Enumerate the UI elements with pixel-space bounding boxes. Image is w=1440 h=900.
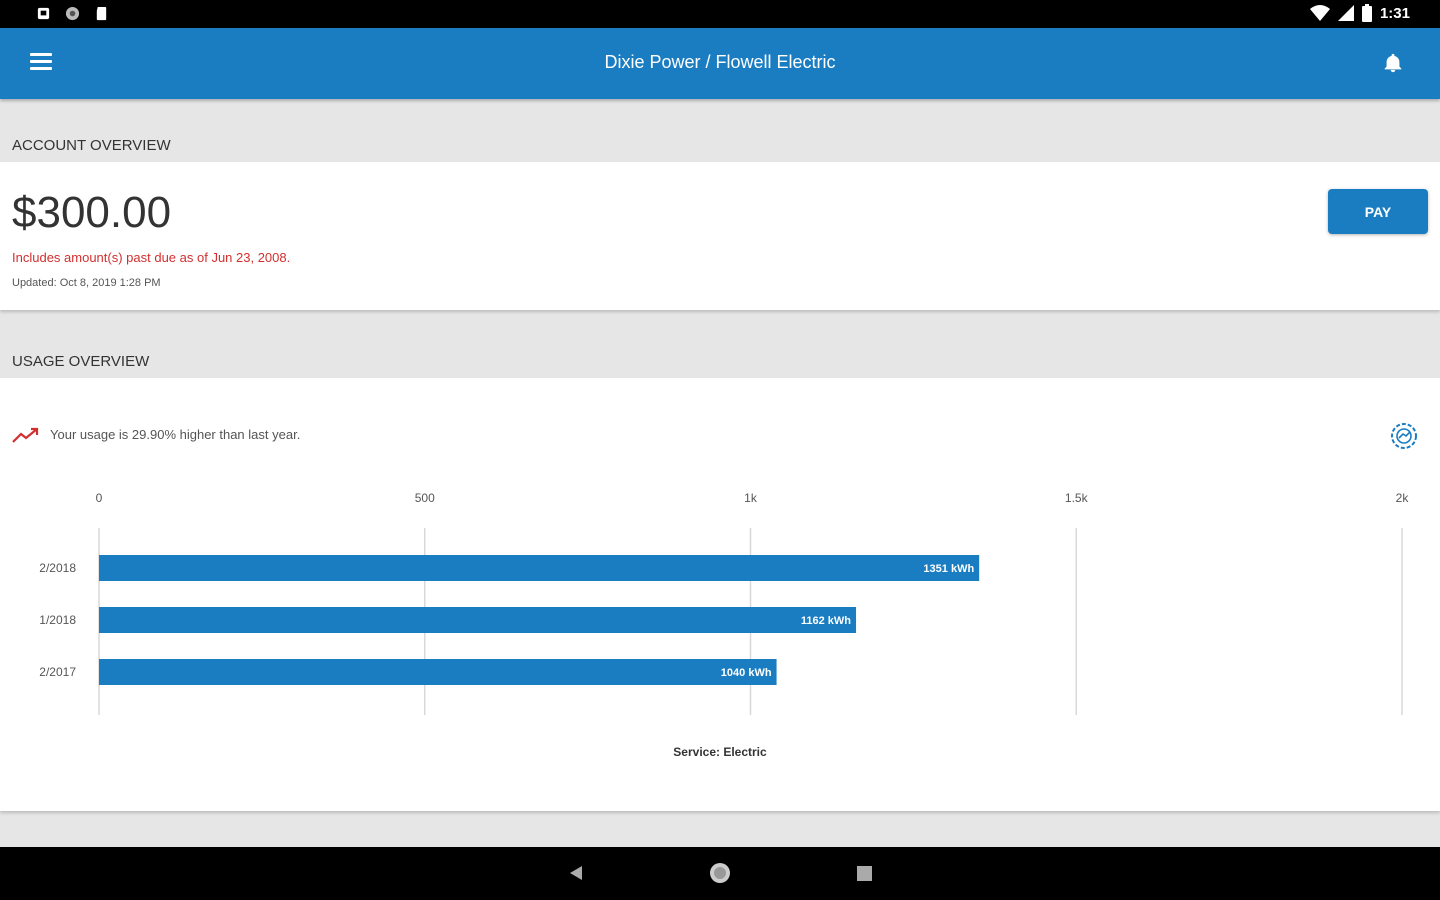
notification-icon	[37, 7, 50, 20]
bar-value-label: 1040 kWh	[721, 667, 772, 679]
x-tick-label: 0	[96, 491, 103, 505]
back-icon[interactable]	[568, 865, 584, 881]
pay-button[interactable]: PAY	[1328, 189, 1428, 234]
usage-bar-chart: 0 500 1k 1.5k 2k 2/2018 1351 kWh 1/2018 1162 kWh…	[39, 491, 1410, 759]
updated-timestamp: Updated: Oct 8, 2019 1:28 PM	[12, 277, 161, 289]
sd-card-icon	[96, 6, 107, 21]
wifi-icon	[1309, 5, 1330, 21]
status-time: 1:31	[1379, 4, 1410, 22]
circle-status-icon	[65, 6, 80, 21]
usage-bar	[99, 607, 857, 633]
usage-bar	[99, 659, 777, 685]
x-tick-label: 500	[415, 491, 435, 505]
chart-settings-icon[interactable]	[1389, 421, 1419, 451]
app-title: Dixie Power / Flowell Electric	[604, 52, 836, 72]
battery-icon	[1361, 4, 1372, 22]
account-card	[0, 162, 1440, 310]
home-icon[interactable]	[709, 862, 731, 884]
chart-axis-label: Service: Electric	[673, 745, 767, 759]
y-category-label: 2/2017	[39, 665, 76, 679]
y-category-label: 2/2018	[39, 561, 76, 575]
bell-icon[interactable]	[1382, 51, 1404, 75]
bar-value-label: 1351 kWh	[923, 563, 974, 575]
account-overview-header: ACCOUNT OVERVIEW	[12, 137, 171, 154]
usage-bar	[99, 555, 980, 581]
status-bar: 1:31	[0, 0, 1440, 28]
trend-up-icon	[12, 427, 39, 443]
signal-icon	[1337, 5, 1354, 21]
app-bar: Dixie Power / Flowell Electric	[0, 28, 1440, 99]
navigation-bar	[0, 847, 1440, 900]
bottom-section	[0, 818, 1440, 847]
x-tick-label: 2k	[1396, 491, 1410, 505]
bar-value-label: 1162 kWh	[801, 615, 851, 627]
account-balance: $300.00	[12, 188, 172, 237]
x-tick-label: 1.5k	[1065, 491, 1089, 505]
past-due-notice: Includes amount(s) past due as of Jun 23…	[12, 250, 291, 265]
recents-icon[interactable]	[857, 866, 872, 881]
y-category-label: 1/2018	[39, 613, 76, 627]
x-tick-label: 1k	[744, 491, 758, 505]
usage-comparison-text: Your usage is 29.90% higher than last ye…	[50, 427, 301, 442]
usage-overview-header: USAGE OVERVIEW	[12, 353, 150, 370]
